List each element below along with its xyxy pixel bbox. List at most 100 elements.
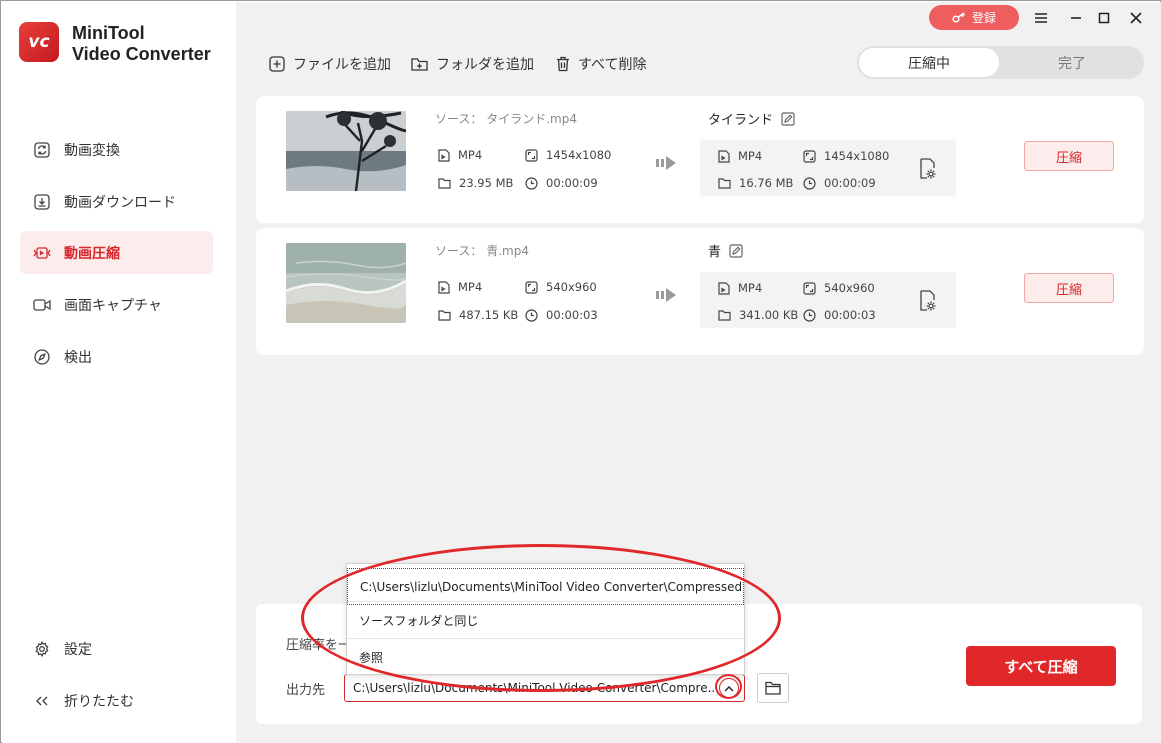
double-chevron-left-icon [33, 692, 51, 710]
sidebar-item-label: 画面キャプチャ [64, 297, 162, 314]
app-logo: vc [19, 22, 59, 62]
resolution-value: 540x960 [824, 281, 875, 295]
highlight-circle [715, 674, 742, 699]
out-size: 16.76 MB [718, 176, 793, 190]
video-file-icon [438, 280, 450, 294]
sidebar-item-label: 設定 [64, 641, 92, 658]
output-label: 出力先 [286, 683, 326, 698]
dropdown-option-browse[interactable]: 参照 [347, 639, 744, 676]
duration-value: 00:00:09 [824, 176, 876, 190]
camera-icon [33, 296, 51, 314]
video-thumbnail[interactable] [286, 243, 406, 323]
source-prefix: ソース： [435, 112, 483, 126]
edit-icon[interactable] [781, 111, 795, 126]
resolution-value: 540x960 [546, 280, 597, 294]
menu-icon[interactable] [1030, 7, 1052, 29]
register-button[interactable]: 登録 [929, 5, 1019, 30]
src-size: 487.15 KB [438, 308, 518, 322]
sidebar-item-label: 検出 [64, 349, 92, 366]
compress-button[interactable]: 圧縮 [1024, 273, 1114, 303]
src-size: 23.95 MB [438, 176, 513, 190]
folder-icon [438, 309, 451, 321]
format-value: MP4 [738, 149, 763, 163]
source-prefix: ソース： [435, 244, 483, 258]
clock-icon [803, 308, 816, 322]
out-size: 341.00 KB [718, 308, 798, 322]
add-file-button[interactable]: ファイルを追加 [269, 54, 391, 74]
source-file-name: タイランド.mp4 [486, 112, 577, 126]
dropdown-option-same-as-source[interactable]: ソースフォルダと同じ [347, 602, 744, 639]
out-resolution: 1454x1080 [803, 149, 889, 163]
video-item-card: ソース： タイランド.mp4 MP4 1454x1080 23.95 MB 00… [256, 96, 1144, 223]
minimize-icon[interactable] [1065, 7, 1087, 29]
duration-value: 00:00:03 [824, 308, 876, 322]
compress-button[interactable]: 圧縮 [1024, 141, 1114, 171]
gear-icon [33, 640, 51, 658]
add-file-icon [269, 56, 285, 72]
out-resolution: 540x960 [803, 281, 875, 295]
out-format: MP4 [718, 281, 762, 295]
folder-icon [765, 681, 781, 695]
size-value: 16.76 MB [739, 176, 794, 190]
video-file-icon [718, 281, 730, 295]
out-format: MP4 [718, 149, 762, 163]
add-folder-icon [411, 57, 428, 71]
out-duration: 00:00:09 [803, 176, 876, 190]
video-thumbnail[interactable] [286, 111, 406, 191]
edit-icon[interactable] [729, 243, 743, 258]
output-name: タイランド [708, 109, 795, 128]
sidebar-item-label: 動画変換 [64, 142, 120, 159]
format-value: MP4 [738, 281, 763, 295]
resolution-value: 1454x1080 [824, 149, 890, 163]
output-path-select[interactable]: C:\Users\lizlu\Documents\MiniTool Video … [344, 674, 745, 702]
sidebar-item-download[interactable]: 動画ダウンロード [20, 180, 213, 223]
output-path-dropdown: C:\Users\lizlu\Documents\MiniTool Video … [346, 563, 745, 675]
size-value: 23.95 MB [459, 176, 514, 190]
add-folder-button[interactable]: フォルダを追加 [411, 54, 534, 74]
app-name-line1: MiniTool [72, 23, 145, 43]
video-file-icon [438, 148, 450, 162]
resolution-icon [803, 281, 816, 295]
compress-all-button[interactable]: すべて圧縮 [966, 646, 1116, 686]
source-label: ソース： タイランド.mp4 [435, 110, 577, 127]
compass-icon [33, 348, 51, 366]
dropdown-option-compressed-folder[interactable]: C:\Users\lizlu\Documents\MiniTool Video … [347, 568, 744, 605]
video-item-card: ソース： 青.mp4 MP4 540x960 487.15 KB 00:00:0… [256, 228, 1144, 355]
sidebar-item-capture[interactable]: 画面キャプチャ [20, 283, 213, 326]
maximize-icon[interactable] [1093, 7, 1115, 29]
sidebar-item-label: 動画ダウンロード [64, 194, 176, 211]
output-name-text: 青 [708, 245, 722, 260]
sidebar-item-compress[interactable]: 動画圧縮 [20, 231, 213, 274]
folder-icon [718, 309, 731, 321]
duration-value: 00:00:09 [546, 176, 598, 190]
compression-settings-icon[interactable] [918, 290, 938, 316]
size-value: 341.00 KB [739, 308, 799, 322]
src-format: MP4 [438, 148, 482, 162]
size-value: 487.15 KB [459, 308, 519, 322]
browse-folder-button[interactable] [757, 673, 789, 703]
arrow-right-icon [656, 286, 678, 308]
add-file-label: ファイルを追加 [293, 57, 391, 73]
sidebar-collapse[interactable]: 折りたたむ [20, 679, 213, 722]
tab-done[interactable]: 完了 [1002, 48, 1142, 77]
resolution-value: 1454x1080 [546, 148, 612, 162]
trash-icon [557, 56, 569, 72]
clock-icon [525, 176, 538, 190]
source-label: ソース： 青.mp4 [435, 242, 529, 259]
sidebar-item-discover[interactable]: 検出 [20, 335, 213, 378]
tab-compressing[interactable]: 圧縮中 [859, 48, 999, 77]
src-format: MP4 [438, 280, 482, 294]
format-value: MP4 [458, 148, 483, 162]
clock-icon [525, 308, 538, 322]
clock-icon [803, 176, 816, 190]
sidebar-item-convert[interactable]: 動画変換 [20, 128, 213, 171]
sidebar-item-label: 動画圧縮 [64, 245, 120, 262]
arrow-right-icon [656, 154, 678, 176]
compression-settings-icon[interactable] [918, 158, 938, 184]
resolution-icon [525, 148, 538, 162]
app-name: MiniTool Video Converter [72, 23, 211, 65]
compress-icon [33, 244, 51, 262]
close-icon[interactable] [1125, 7, 1147, 29]
delete-all-button[interactable]: すべて削除 [556, 54, 646, 74]
sidebar-item-settings[interactable]: 設定 [20, 627, 213, 670]
